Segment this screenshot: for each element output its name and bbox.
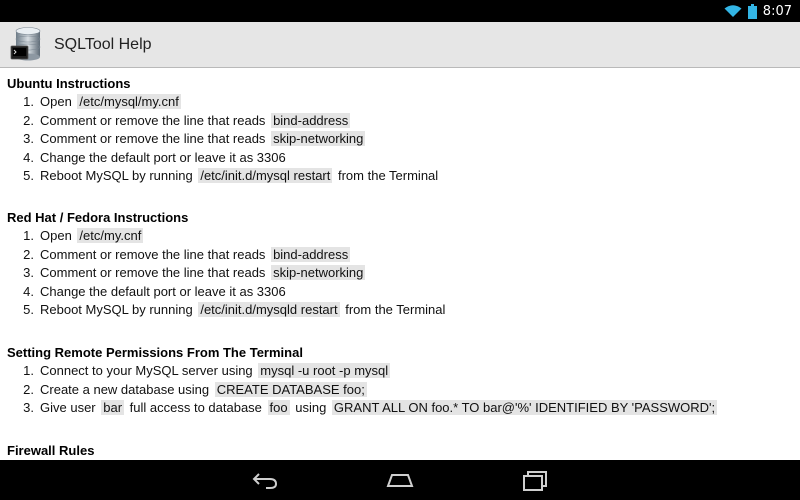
section-ubuntu: Ubuntu Instructions 1. Open /etc/mysql/my… — [7, 75, 438, 186]
text-fragment: Comment or remove the line that reads — [40, 265, 270, 280]
text-fragment: Give user — [40, 400, 100, 415]
list-item-number: 2. — [23, 246, 34, 262]
list-item-text: Open /etc/my.cnf — [40, 227, 145, 246]
code-snippet: /etc/init.d/mysql restart — [198, 168, 333, 183]
list-item-text: Reboot MySQL by running /etc/init.d/mysq… — [40, 301, 445, 320]
list-item: 4. Change the default port or leave it as… — [7, 283, 445, 302]
battery-icon — [747, 3, 757, 19]
list-item-number: 3. — [23, 265, 34, 280]
list-item: 2. Create a new database using CREATE DAT… — [7, 381, 719, 400]
text-fragment: full access to database — [126, 400, 266, 415]
instruction-list: 1. Open /etc/mysql/my.cnf 2. Comment or rem… — [7, 93, 438, 186]
code-snippet: bar — [101, 400, 125, 415]
text-fragment: from the Terminal — [341, 302, 446, 317]
database-icon[interactable] — [10, 26, 44, 63]
text-fragment: Open — [40, 228, 76, 243]
code-snippet: /etc/init.d/mysqld restart — [198, 302, 340, 317]
text-fragment: Create a new database using — [40, 381, 213, 397]
recent-apps-icon[interactable] — [520, 468, 550, 492]
code-snippet: /etc/mysql/my.cnf — [77, 94, 181, 109]
list-item-text: Give user bar full access to database fo… — [40, 399, 719, 418]
list-item: 5. Reboot MySQL by running /etc/init.d/my… — [7, 301, 445, 320]
list-item-text: Change the default port or leave it as 3… — [40, 283, 286, 302]
text-fragment: Comment or remove the line that reads — [40, 131, 270, 146]
list-item: 1. Open /etc/mysql/my.cnf — [7, 93, 438, 112]
code-snippet: bind-address — [271, 112, 351, 128]
list-item-text: Change the default port or leave it as 3… — [40, 149, 286, 168]
text-fragment: Change the default port or leave it as 3… — [40, 283, 286, 299]
section-redhat: Red Hat / Fedora Instructions 1. Open /et… — [7, 209, 445, 320]
section-firewall: Firewall Rules — [7, 442, 94, 460]
list-item: 2. Comment or remove the line that reads … — [7, 246, 445, 265]
list-item: 3. Give user bar full access to database … — [7, 399, 719, 418]
back-icon[interactable] — [250, 468, 280, 492]
home-icon[interactable] — [385, 468, 415, 492]
list-item-text: Comment or remove the line that reads bi… — [40, 246, 352, 265]
code-snippet: mysql -u root -p mysql — [258, 363, 391, 378]
text-fragment: Comment or remove the line that reads — [40, 112, 270, 128]
list-item: 2. Comment or remove the line that reads … — [7, 112, 438, 131]
instruction-list: 1. Open /etc/my.cnf 2. Comment or remove th… — [7, 227, 445, 320]
list-item: 3. Comment or remove the line that reads … — [7, 264, 445, 283]
list-item: 3. Comment or remove the line that reads … — [7, 130, 438, 149]
code-snippet: skip-networking — [271, 131, 366, 146]
list-item-number: 1. — [23, 363, 34, 378]
list-item-number: 3. — [23, 400, 34, 415]
list-item-number: 5. — [23, 302, 34, 317]
list-item: 1. Connect to your MySQL server using mys… — [7, 362, 719, 381]
text-fragment: Open — [40, 94, 76, 109]
help-content[interactable]: Ubuntu Instructions 1. Open /etc/mysql/my… — [0, 68, 800, 460]
code-snippet: foo — [267, 400, 290, 415]
action-bar: SQLTool Help — [0, 22, 800, 68]
list-item-number: 2. — [23, 381, 34, 397]
code-snippet: CREATE DATABASE foo; — [214, 381, 367, 397]
text-fragment: Reboot MySQL by running — [40, 168, 197, 183]
list-item-number: 1. — [23, 228, 34, 243]
list-item-text: Comment or remove the line that reads bi… — [40, 112, 352, 131]
section-remote-permissions: Setting Remote Permissions From The Term… — [7, 344, 719, 418]
list-item-number: 1. — [23, 94, 34, 109]
code-snippet: skip-networking — [271, 265, 366, 280]
navigation-bar — [0, 460, 800, 500]
list-item-number: 4. — [23, 149, 34, 165]
app-title: SQLTool Help — [54, 35, 152, 53]
code-snippet: bind-address — [271, 246, 351, 262]
wifi-icon — [724, 5, 742, 17]
list-item-text: Comment or remove the line that reads sk… — [40, 130, 367, 149]
list-item: 1. Open /etc/my.cnf — [7, 227, 445, 246]
text-fragment: using — [291, 400, 330, 415]
list-item-text: Create a new database using CREATE DATAB… — [40, 381, 369, 400]
list-item: 4. Change the default port or leave it as… — [7, 149, 438, 168]
section-title: Red Hat / Fedora Instructions — [7, 210, 189, 225]
text-fragment: Comment or remove the line that reads — [40, 246, 270, 262]
status-bar: 8:07 — [0, 0, 800, 22]
list-item: 5. Reboot MySQL by running /etc/init.d/my… — [7, 167, 438, 186]
list-item-number: 5. — [23, 168, 34, 183]
instruction-list: 1. Connect to your MySQL server using mys… — [7, 362, 719, 418]
section-title: Ubuntu Instructions — [7, 76, 131, 91]
code-snippet: /etc/my.cnf — [77, 228, 144, 243]
list-item-text: Reboot MySQL by running /etc/init.d/mysq… — [40, 167, 438, 186]
list-item-text: Open /etc/mysql/my.cnf — [40, 93, 183, 112]
text-fragment: Reboot MySQL by running — [40, 302, 197, 317]
list-item-number: 3. — [23, 131, 34, 146]
section-title: Firewall Rules — [7, 443, 95, 458]
text-fragment: Change the default port or leave it as 3… — [40, 149, 286, 165]
text-fragment: from the Terminal — [334, 168, 439, 183]
list-item-text: Connect to your MySQL server using mysql… — [40, 362, 392, 381]
list-item-text: Comment or remove the line that reads sk… — [40, 264, 367, 283]
status-clock: 8:07 — [762, 3, 792, 19]
list-item-number: 4. — [23, 283, 34, 299]
section-title: Setting Remote Permissions From The Term… — [7, 345, 303, 360]
code-snippet: GRANT ALL ON foo.* TO bar@'%' IDENTIFIED… — [331, 400, 718, 415]
list-item-number: 2. — [23, 112, 34, 128]
text-fragment: Connect to your MySQL server using — [40, 363, 257, 378]
